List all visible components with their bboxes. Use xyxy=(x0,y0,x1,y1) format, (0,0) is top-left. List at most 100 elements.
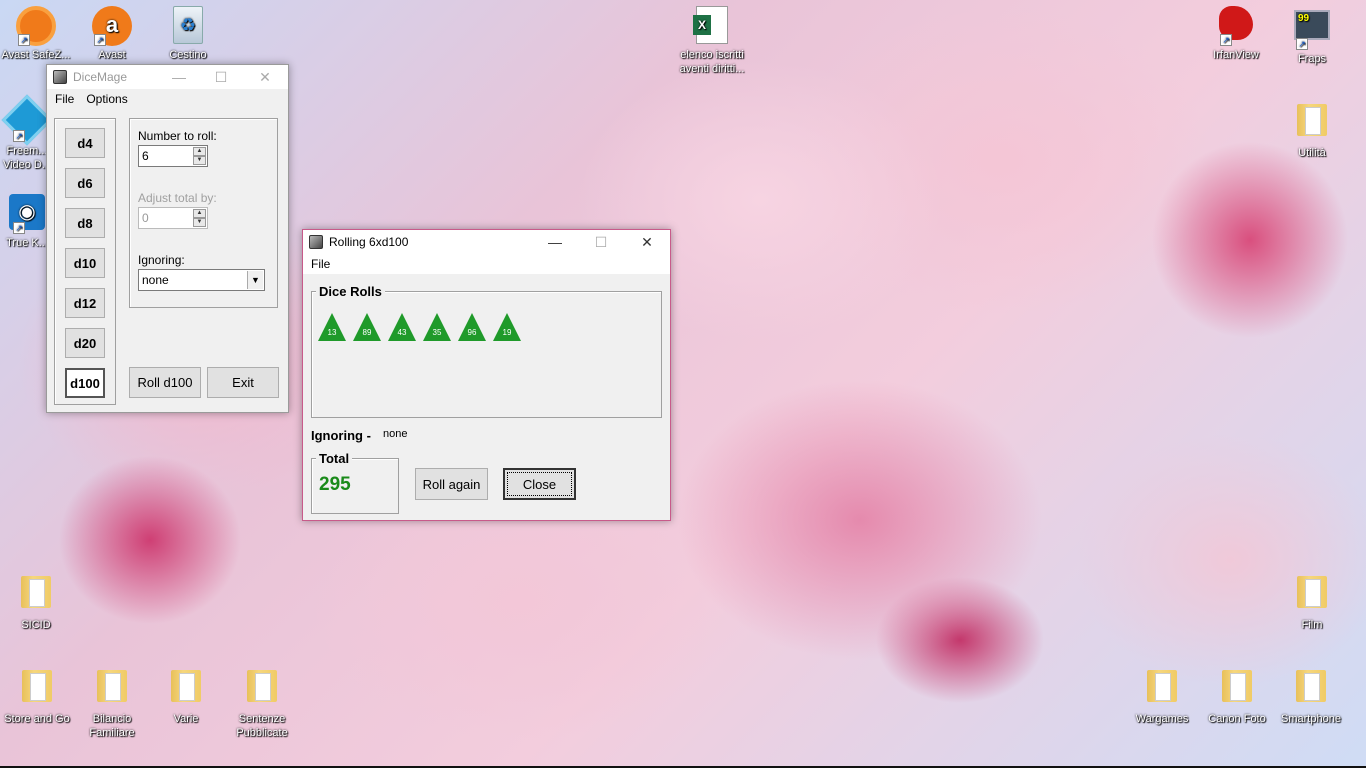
recycle-bin-icon: ♻ xyxy=(168,6,208,46)
desktop-icon-varie[interactable]: Varie xyxy=(146,666,226,726)
desktop-icon-label: Sentenze Pubblicate xyxy=(236,713,288,739)
irfanview-icon: ↗ xyxy=(1216,6,1256,46)
die-button-d12[interactable]: d12 xyxy=(65,288,105,318)
desktop-icon-label: Smartphone xyxy=(1281,713,1341,725)
desktop-icon-recycle-bin[interactable]: ♻ Cestino xyxy=(148,6,228,62)
spin-down-icon[interactable]: ▼ xyxy=(193,156,206,165)
spin-up-icon[interactable]: ▲ xyxy=(193,147,206,156)
dice-rolls-label: Dice Rolls xyxy=(316,284,385,299)
rolling-titlebar[interactable]: Rolling 6xd100 — ☐ ✕ xyxy=(303,230,670,254)
die-result-value: 96 xyxy=(467,328,477,337)
desktop-icon-label: Cestino xyxy=(169,49,207,61)
desktop-icon-utilita[interactable]: Utilità xyxy=(1272,100,1352,160)
ignoring-selected-value: none xyxy=(142,273,169,287)
minimize-button[interactable]: — xyxy=(532,230,578,254)
menu-options[interactable]: Options xyxy=(80,92,133,106)
chevron-down-icon[interactable]: ▼ xyxy=(247,271,263,289)
avast-icon: a ↗ xyxy=(92,6,132,46)
rolling-menubar: File xyxy=(303,254,670,274)
die-result-value: 19 xyxy=(502,328,512,337)
folder-icon xyxy=(1291,670,1331,710)
folder-icon xyxy=(16,576,56,616)
die-button-d8[interactable]: d8 xyxy=(65,208,105,238)
number-to-roll-spinner[interactable]: 6 ▲ ▼ xyxy=(138,145,208,167)
adjust-total-spinner[interactable]: 0 ▲ ▼ xyxy=(138,207,208,229)
folder-icon xyxy=(1217,670,1257,710)
desktop-icon-fraps[interactable]: 99 ↗ Fraps xyxy=(1272,6,1352,66)
desktop-icon-label: SICID xyxy=(21,619,51,631)
spin-up-icon[interactable]: ▲ xyxy=(193,209,206,218)
desktop-icon-label: True K... xyxy=(6,237,48,249)
desktop-icon-wargames[interactable]: Wargames xyxy=(1122,666,1202,726)
avast-safezone-icon: ↗ xyxy=(16,6,56,46)
adjust-total-value: 0 xyxy=(142,211,149,225)
desktop-icon-film[interactable]: Film xyxy=(1272,572,1352,632)
die-button-d4[interactable]: d4 xyxy=(65,128,105,158)
window-title: DiceMage xyxy=(73,70,128,84)
desktop-icon-avast[interactable]: a ↗ Avast xyxy=(72,6,152,62)
maximize-button[interactable]: ☐ xyxy=(578,230,624,254)
number-to-roll-label: Number to roll: xyxy=(138,129,217,143)
window-title: Rolling 6xd100 xyxy=(329,235,409,249)
folder-icon xyxy=(166,670,206,710)
dice-rolls-group xyxy=(311,291,662,418)
total-value: 295 xyxy=(319,474,351,495)
desktop-icon-store-and-go[interactable]: Store and Go xyxy=(0,666,77,726)
fraps-icon: 99 ↗ xyxy=(1292,10,1332,50)
folder-icon xyxy=(92,670,132,710)
dicemage-menubar: File Options xyxy=(47,89,288,109)
desktop-icon-label: Film xyxy=(1301,619,1323,631)
folder-icon xyxy=(1292,104,1332,144)
desktop-icon-sicid[interactable]: SICID xyxy=(0,572,76,632)
folder-icon xyxy=(17,670,57,710)
desktop-icon-label: Canon Foto xyxy=(1208,713,1266,725)
roll-again-button[interactable]: Roll again xyxy=(415,468,488,500)
die-button-d10[interactable]: d10 xyxy=(65,248,105,278)
die-result-value: 89 xyxy=(362,328,372,337)
desktop-icon-avast-safezone[interactable]: ↗ Avast SafeZ... xyxy=(0,6,76,62)
close-button[interactable]: Close xyxy=(503,468,576,500)
desktop-icon-label: Utilità xyxy=(1298,147,1326,159)
number-to-roll-value: 6 xyxy=(142,149,149,163)
maximize-button[interactable]: ☐ xyxy=(200,65,242,89)
exit-button[interactable]: Exit xyxy=(207,367,279,398)
desktop-icon-label: Wargames xyxy=(1135,713,1189,725)
dice-app-icon xyxy=(53,70,67,84)
minimize-button[interactable]: — xyxy=(158,65,200,89)
desktop-icon-canon-foto[interactable]: Canon Foto xyxy=(1197,666,1277,726)
die-button-d6[interactable]: d6 xyxy=(65,168,105,198)
desktop-icon-bilancio[interactable]: Bilancio Familiare xyxy=(72,666,152,740)
truekey-icon: ◉ ↗ xyxy=(7,194,47,234)
desktop-icon-label: IrfanView xyxy=(1213,49,1259,61)
desktop-icon-label: Fraps xyxy=(1297,53,1327,65)
folder-icon xyxy=(242,670,282,710)
desktop-icon-smartphone[interactable]: Smartphone xyxy=(1271,666,1351,726)
roll-button[interactable]: Roll d100 xyxy=(129,367,201,398)
folder-icon xyxy=(1142,670,1182,710)
excel-file-icon: X xyxy=(692,6,732,46)
desktop-icon-label: elenco iscritti aventi diritti... xyxy=(679,49,745,75)
total-label: Total xyxy=(316,451,353,466)
close-window-button[interactable]: ✕ xyxy=(242,65,288,89)
ignoring-label: Ignoring - xyxy=(311,428,371,443)
ignoring-select[interactable]: none ▼ xyxy=(138,269,265,291)
dicemage-window: DiceMage — ☐ ✕ File Options d4 d6 d8 d10… xyxy=(46,64,289,413)
spin-down-icon[interactable]: ▼ xyxy=(193,218,206,227)
adjust-total-label: Adjust total by: xyxy=(138,191,217,205)
desktop-icon-excel-file[interactable]: X elenco iscritti aventi diritti... xyxy=(672,6,752,76)
dicemage-titlebar[interactable]: DiceMage — ☐ ✕ xyxy=(47,65,288,89)
desktop-icon-irfanview[interactable]: ↗ IrfanView xyxy=(1196,6,1276,62)
desktop-icon-label: Avast xyxy=(98,49,126,61)
menu-file[interactable]: File xyxy=(49,92,80,106)
menu-file[interactable]: File xyxy=(305,257,336,271)
die-button-d100[interactable]: d100 xyxy=(65,368,105,398)
die-button-d20[interactable]: d20 xyxy=(65,328,105,358)
die-result-value: 35 xyxy=(432,328,442,337)
close-window-button[interactable]: ✕ xyxy=(624,230,670,254)
desktop-icon-label: Freem... Video D... xyxy=(2,145,52,171)
freemake-icon: ↗ xyxy=(1,94,53,146)
desktop-icon-sentenze[interactable]: Sentenze Pubblicate xyxy=(222,666,302,740)
die-result-value: 43 xyxy=(397,328,407,337)
ignoring-value: none xyxy=(383,428,408,440)
die-result-value: 13 xyxy=(327,328,337,337)
